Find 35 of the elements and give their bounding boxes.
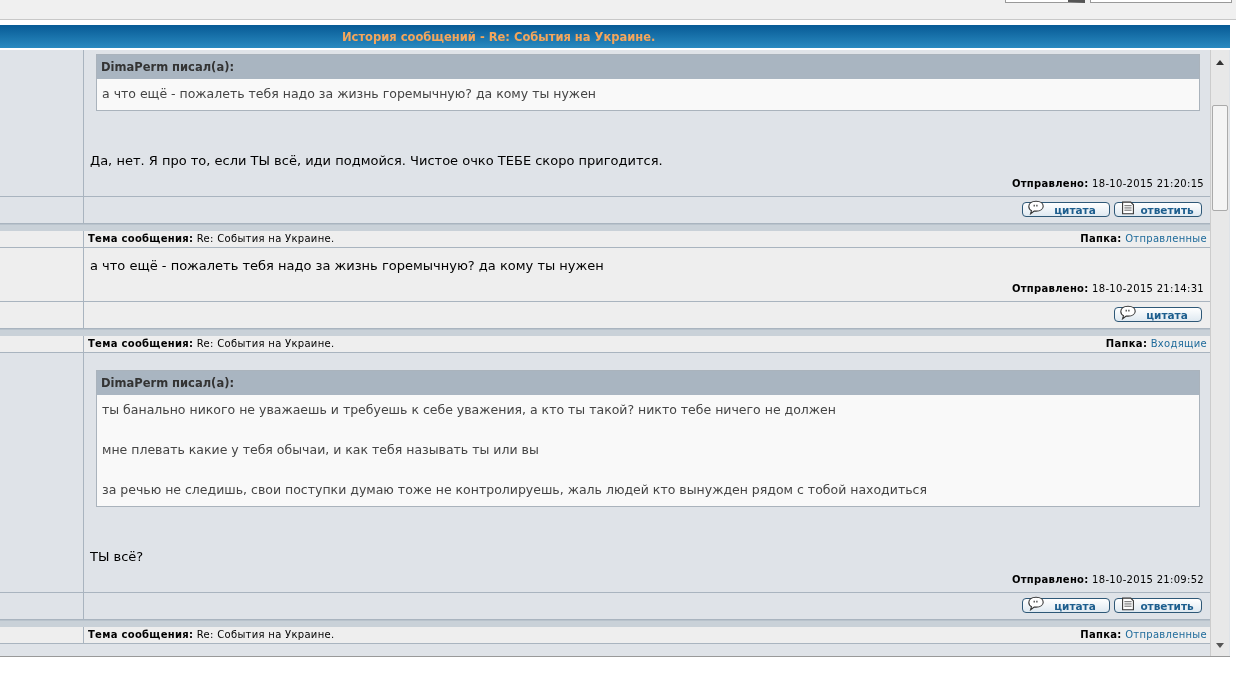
message-subject: Тема сообщения: Re: События на Украине. xyxy=(88,629,335,641)
input-field[interactable] xyxy=(1005,0,1085,3)
folder-link[interactable]: Входящие xyxy=(1150,338,1207,349)
message-subject: Тема сообщения: Re: События на Украине. xyxy=(88,338,335,350)
quote-author: DimaPerm писал(а): xyxy=(97,371,1199,395)
sent-date: Отправлено: 18-10-2015 21:20:15 xyxy=(1010,177,1204,191)
speech-bubble-icon xyxy=(1027,200,1045,215)
scrollbar[interactable] xyxy=(1210,50,1229,656)
quote-text: а что ещё - пожалеть тебя надо за жизнь горемычную? да кому ты нужен xyxy=(102,85,597,103)
message-text: а что ещё - пожалеть тебя надо за жизнь горемычную? да кому ты нужен xyxy=(90,257,605,275)
document-icon xyxy=(1119,200,1137,215)
document-icon xyxy=(1119,596,1137,611)
message-text: Да, нет. Я про то, если ТЫ всё, иди подмойся. Чистое очко ТЕБЕ скоро пригодится. xyxy=(90,152,664,170)
page-title: История сообщений - Re: События на Украине. xyxy=(342,29,656,44)
message-subject: Тема сообщения: Re: События на Украине. xyxy=(88,233,335,245)
message-text: ТЫ всё? xyxy=(90,548,145,566)
folder-label: Папка: xyxy=(1080,233,1122,244)
quote-text: ты банально никого не уважаешь и требуешь к себе уважения, а кто ты такой? никто тебе ничего не должен xyxy=(102,401,837,419)
quote-author: DimaPerm писал(а): xyxy=(97,55,1199,79)
folder-label: Папка: xyxy=(1105,338,1148,349)
sent-date: Отправлено: 18-10-2015 21:09:52 xyxy=(1010,573,1204,587)
input-field[interactable] xyxy=(1090,0,1232,3)
quote-button[interactable]: цитата xyxy=(1022,202,1110,217)
quote-text: за речью не следишь, свои поступки думаю тоже не контролируешь, жаль людей кто вынужден рядом с тобой находиться xyxy=(102,481,928,499)
quote-text: мне плевать какие у тебя обычаи, и как тебя называть ты или вы xyxy=(102,441,540,459)
reply-button[interactable]: ответить xyxy=(1114,202,1202,217)
folder-link[interactable]: Отправленные xyxy=(1125,629,1207,640)
sent-date: Отправлено: 18-10-2015 21:14:31 xyxy=(1010,282,1204,296)
folder-link[interactable]: Отправленные xyxy=(1125,233,1207,244)
folder-label: Папка: xyxy=(1080,629,1122,640)
reply-button[interactable]: ответить xyxy=(1114,598,1202,613)
speech-bubble-icon xyxy=(1027,596,1045,611)
quote-button[interactable]: цитата xyxy=(1022,598,1110,613)
quote-button[interactable]: цитата xyxy=(1114,307,1202,322)
speech-bubble-icon xyxy=(1119,305,1137,320)
